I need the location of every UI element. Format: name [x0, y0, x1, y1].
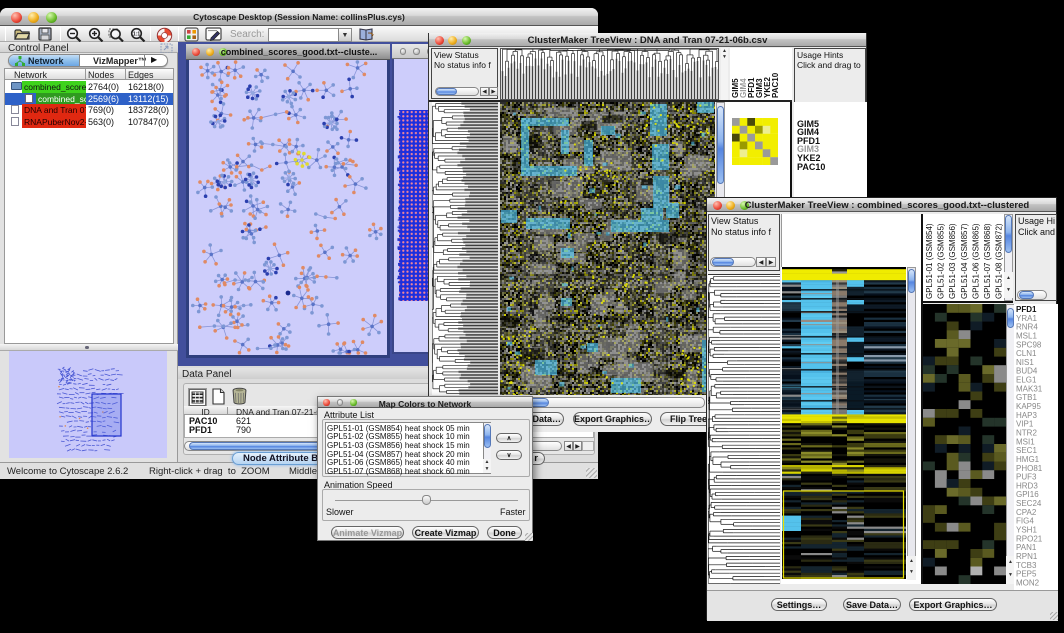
svg-text:VIP1: VIP1: [1016, 420, 1034, 429]
svg-text:YSH1: YSH1: [1016, 526, 1037, 535]
svg-text:PEP5: PEP5: [1016, 570, 1037, 579]
svg-text:GPL51-04 (GSM857): GPL51-04 (GSM857): [960, 223, 969, 299]
svg-text:GPL51-06 (GSM865): GPL51-06 (GSM865): [971, 223, 980, 299]
svg-text:GPL51-08 (GSM872): GPL51-08 (GSM872): [995, 223, 1004, 299]
svg-text:RPN1: RPN1: [1016, 552, 1038, 561]
svg-text:PHO81: PHO81: [1016, 464, 1043, 473]
svg-text:FIG4: FIG4: [1016, 517, 1034, 526]
svg-text:MSL1: MSL1: [1016, 332, 1037, 341]
svg-text:GPL51-01 (GSM854): GPL51-01 (GSM854): [925, 223, 934, 299]
svg-text:NIS1: NIS1: [1016, 358, 1034, 367]
svg-text:GPL51-03 (GSM856): GPL51-03 (GSM856): [948, 223, 957, 299]
svg-text:MAK31: MAK31: [1016, 384, 1043, 393]
svg-text:SEC1: SEC1: [1016, 446, 1037, 455]
svg-text:PFD1: PFD1: [1016, 305, 1037, 314]
svg-text:TCB3: TCB3: [1016, 561, 1037, 570]
svg-text:PUF3: PUF3: [1016, 473, 1037, 482]
svg-text:CLN1: CLN1: [1016, 349, 1037, 358]
svg-text:KAP95: KAP95: [1016, 402, 1041, 411]
svg-text:PAC10: PAC10: [771, 72, 780, 98]
svg-text:YRA1: YRA1: [1016, 314, 1037, 323]
svg-text:RPO21: RPO21: [1016, 534, 1043, 543]
svg-text:ELG1: ELG1: [1016, 376, 1037, 385]
svg-text:CPA2: CPA2: [1016, 508, 1037, 517]
svg-text:SEC24: SEC24: [1016, 499, 1042, 508]
svg-text:HRD3: HRD3: [1016, 481, 1038, 490]
svg-text:GPL51-07 (GSM868): GPL51-07 (GSM868): [983, 223, 992, 299]
svg-text:MSI1: MSI1: [1016, 437, 1035, 446]
svg-text:SPC98: SPC98: [1016, 340, 1042, 349]
svg-text:RNR4: RNR4: [1016, 323, 1038, 332]
svg-text:PAN1: PAN1: [1016, 543, 1037, 552]
svg-text:1:1: 1:1: [133, 32, 140, 38]
svg-text:MON2: MON2: [1016, 578, 1040, 587]
svg-text:GTB1: GTB1: [1016, 393, 1037, 402]
svg-text:GPL51-02 (GSM855): GPL51-02 (GSM855): [937, 223, 946, 299]
svg-text:GPI16: GPI16: [1016, 490, 1039, 499]
svg-text:HMG1: HMG1: [1016, 455, 1040, 464]
svg-text:BUD4: BUD4: [1016, 367, 1038, 376]
svg-text:NTR2: NTR2: [1016, 429, 1037, 438]
svg-text:HAP3: HAP3: [1016, 411, 1037, 420]
